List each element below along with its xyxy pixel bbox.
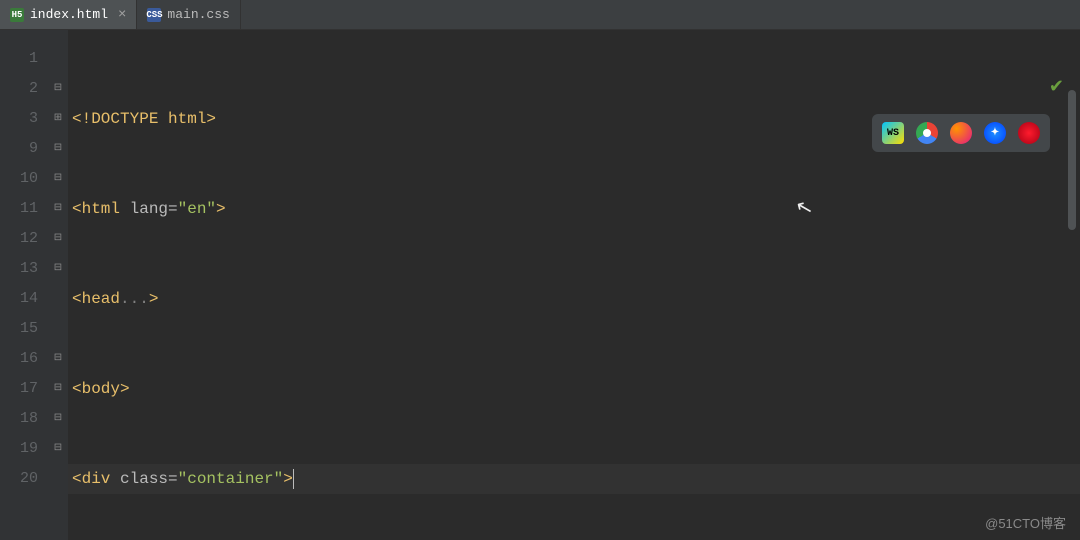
browser-preview-toolbar: WS ✦: [872, 114, 1050, 152]
line-number: 17: [0, 374, 38, 404]
line-number: 2: [0, 74, 38, 104]
firefox-icon[interactable]: [950, 122, 972, 144]
fold-icon: [48, 284, 68, 314]
fold-minus-icon[interactable]: ⊟: [48, 74, 68, 104]
line-number: 18: [0, 404, 38, 434]
vertical-scrollbar[interactable]: [1068, 90, 1076, 230]
css-file-icon: CSS: [147, 8, 161, 22]
fold-close-icon[interactable]: ⊟: [48, 344, 68, 374]
editor-area: 1 2 3 9 10 11 12 13 14 15 16 17 18 19 20…: [0, 30, 1080, 540]
fold-icon: [48, 44, 68, 74]
line-number: 1: [0, 44, 38, 74]
fold-minus-icon[interactable]: ⊟: [48, 224, 68, 254]
line-number: 15: [0, 314, 38, 344]
inspection-ok-icon[interactable]: ✔: [1049, 76, 1064, 98]
fold-close-icon[interactable]: ⊟: [48, 374, 68, 404]
fold-minus-icon[interactable]: ⊟: [48, 254, 68, 284]
webstorm-icon[interactable]: WS: [882, 122, 904, 144]
opera-icon[interactable]: [1018, 122, 1040, 144]
chrome-icon[interactable]: [916, 122, 938, 144]
text-caret: [293, 469, 294, 489]
line-number: 20: [0, 464, 38, 494]
line-number: 19: [0, 434, 38, 464]
line-number-gutter: 1 2 3 9 10 11 12 13 14 15 16 17 18 19 20: [0, 30, 48, 540]
code-line-active: <div class="container">: [68, 464, 1080, 494]
line-number: 13: [0, 254, 38, 284]
fold-minus-icon[interactable]: ⊟: [48, 164, 68, 194]
line-number: 14: [0, 284, 38, 314]
code-editor[interactable]: <!DOCTYPE html> <html lang="en"> <head..…: [68, 30, 1080, 540]
fold-minus-icon[interactable]: ⊟: [48, 194, 68, 224]
code-line: <head...>: [68, 284, 1080, 314]
fold-minus-icon[interactable]: ⊟: [48, 404, 68, 434]
tab-index-html[interactable]: H5 index.html ×: [0, 0, 137, 29]
code-line: <body>: [68, 374, 1080, 404]
line-number: 10: [0, 164, 38, 194]
tab-label: main.css: [167, 7, 229, 22]
fold-icon: [48, 464, 68, 494]
editor-tabs: H5 index.html × CSS main.css: [0, 0, 1080, 30]
fold-minus-icon[interactable]: ⊟: [48, 434, 68, 464]
close-icon[interactable]: ×: [118, 7, 126, 23]
safari-icon[interactable]: ✦: [984, 122, 1006, 144]
line-number: 9: [0, 134, 38, 164]
fold-gutter: ⊟ ⊞ ⊟ ⊟ ⊟ ⊟ ⊟ ⊟ ⊟ ⊟ ⊟: [48, 30, 68, 540]
watermark-text: @51CTO博客: [985, 513, 1066, 532]
line-number: 11: [0, 194, 38, 224]
tab-label: index.html: [30, 7, 108, 22]
fold-minus-icon[interactable]: ⊟: [48, 134, 68, 164]
code-line: <html lang="en">: [68, 194, 1080, 224]
tab-main-css[interactable]: CSS main.css: [137, 0, 240, 29]
fold-plus-icon[interactable]: ⊞: [48, 104, 68, 134]
fold-icon: [48, 314, 68, 344]
line-number: 16: [0, 344, 38, 374]
html-file-icon: H5: [10, 8, 24, 22]
line-number: 3: [0, 104, 38, 134]
line-number: 12: [0, 224, 38, 254]
